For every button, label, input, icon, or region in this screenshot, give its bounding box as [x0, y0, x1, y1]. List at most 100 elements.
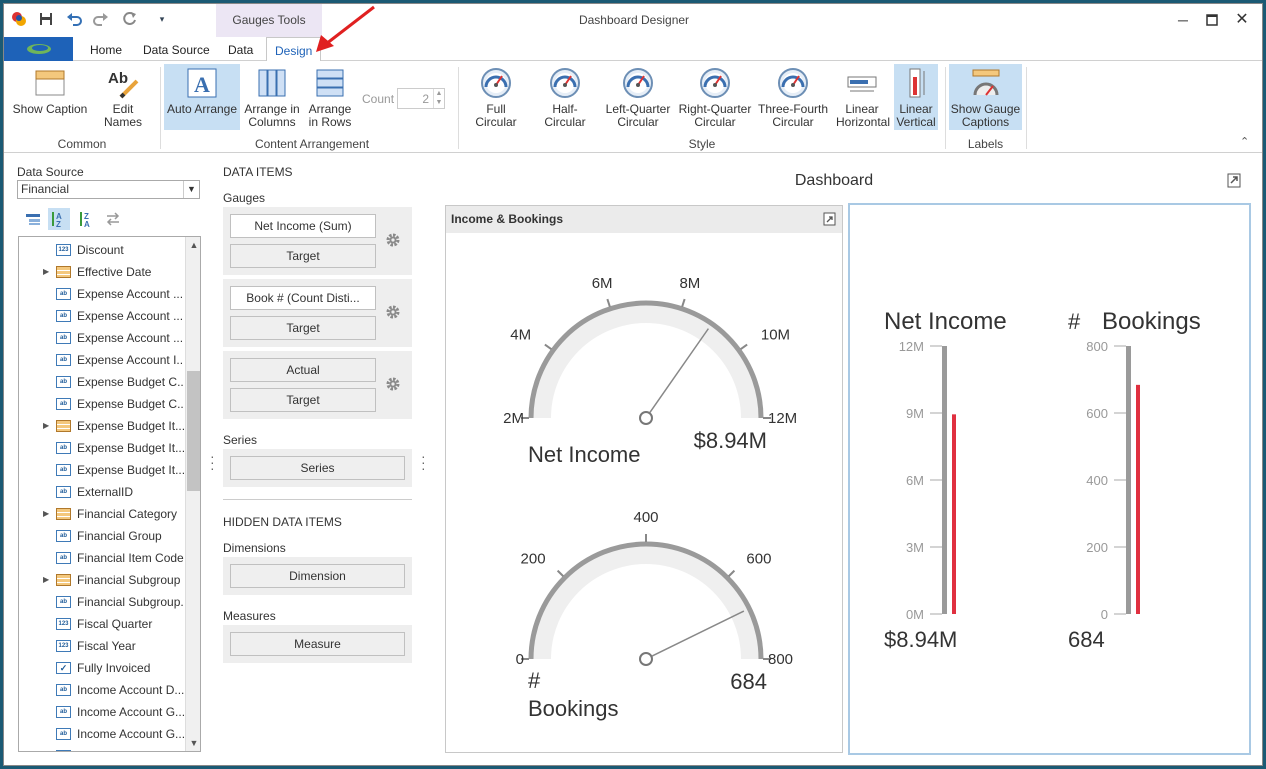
group-common-label: Common	[57, 137, 107, 151]
full-circular-button[interactable]: Full Circular	[465, 64, 527, 130]
field-list-item[interactable]: ab Expense Account ...	[19, 283, 184, 305]
gauge-actual-slot[interactable]: Book # (Count Disti...	[230, 286, 376, 310]
field-list-item[interactable]: ab Expense Budget It...	[19, 459, 184, 481]
field-list-scrollbar[interactable]: ▲ ▼	[185, 237, 200, 751]
minimize-button[interactable]: ─	[1168, 8, 1198, 32]
measure-slot[interactable]: Measure	[230, 632, 405, 656]
gauge-target-slot[interactable]: Target	[230, 244, 376, 268]
field-list-item[interactable]: ab Expense Account ...	[19, 327, 184, 349]
field-list-item[interactable]: ▶ Expense Budget It...	[19, 415, 184, 437]
gauge-target-slot[interactable]: Target	[230, 316, 376, 340]
numeric-field-icon: 123	[56, 640, 71, 652]
gauge-panel-linear[interactable]: Net Income # Bookings 0M 3M 6M 9M 12M $8.94M 0 200…	[848, 203, 1251, 755]
expand-icon[interactable]: ▶	[43, 415, 49, 437]
gauge-well: Actual Target	[223, 351, 412, 419]
close-button[interactable]: ✕	[1227, 8, 1257, 32]
sort-ascending-icon[interactable]: AZ	[48, 208, 70, 230]
linear-net-income-value: $8.94M	[884, 627, 957, 652]
show-caption-button[interactable]: Show Caption	[12, 64, 88, 130]
tab-data-source[interactable]: Data Source	[135, 37, 218, 61]
show-gauge-captions-button[interactable]: Show Gauge Captions	[949, 64, 1022, 130]
customize-icon[interactable]: ▾	[153, 10, 171, 28]
field-list-item[interactable]: ab Income Account D...	[19, 679, 184, 701]
scroll-down-icon[interactable]: ▼	[186, 735, 200, 751]
app-icon[interactable]	[10, 10, 28, 28]
chevron-down-icon[interactable]: ▼	[183, 181, 199, 198]
field-list-item[interactable]: ab Financial Item Code	[19, 547, 184, 569]
gauge-actual-slot[interactable]: Net Income (Sum)	[230, 214, 376, 238]
net-income-caption: Net Income	[528, 442, 641, 467]
series-slot[interactable]: Series	[230, 456, 405, 480]
linear-vertical-button[interactable]: Linear Vertical	[894, 64, 938, 130]
scroll-up-icon[interactable]: ▲	[186, 237, 200, 253]
refresh-fields-icon[interactable]	[102, 208, 124, 230]
gauge-target-slot[interactable]: Target	[230, 388, 376, 412]
field-list-item[interactable]: 123 Fiscal Year	[19, 635, 184, 657]
gear-icon[interactable]	[385, 376, 401, 392]
linear-net-income-tick-label: 3M	[906, 540, 924, 555]
arrange-in-columns-button[interactable]: Arrange in Columns	[244, 64, 300, 130]
dimension-slot[interactable]: Dimension	[230, 564, 405, 588]
field-list-item[interactable]: 123 Discount	[19, 239, 184, 261]
data-source-combo[interactable]: Financial ▼	[17, 180, 200, 199]
linear-horizontal-button[interactable]: Linear Horizontal	[836, 64, 890, 130]
field-list-item[interactable]: ▶ Financial Subgroup	[19, 569, 184, 591]
right-quarter-circular-button[interactable]: Right-Quarter Circular	[677, 64, 753, 130]
field-list-item[interactable]: ab Expense Budget C...	[19, 371, 184, 393]
field-list-item[interactable]: 123 Fiscal Quarter	[19, 613, 184, 635]
field-list-item[interactable]: ab Income Account G...	[19, 723, 184, 745]
count-spinner[interactable]: 2 ▲ ▼	[397, 88, 445, 109]
gear-icon[interactable]	[385, 232, 401, 248]
field-list-item[interactable]: ▶ Financial Category	[19, 503, 184, 525]
expand-icon[interactable]: ▶	[43, 503, 49, 525]
count-spin-arrows[interactable]: ▲ ▼	[433, 89, 444, 108]
field-list-item[interactable]: ab ExternalID	[19, 481, 184, 503]
field-name: Expense Account ...	[77, 331, 184, 345]
drag-handle-right-icon[interactable]: · · ·	[421, 449, 426, 475]
gear-icon[interactable]	[385, 304, 401, 320]
half-circular-gauge-icon	[549, 67, 581, 99]
scrollbar-thumb[interactable]	[187, 371, 200, 491]
refresh-icon[interactable]	[121, 10, 139, 28]
save-icon[interactable]	[37, 10, 55, 28]
svg-text:Z: Z	[56, 220, 61, 228]
half-circular-button[interactable]: Half-Circular	[532, 64, 598, 130]
export-panel-icon[interactable]	[823, 212, 837, 229]
net-income-tick-label: 8M	[679, 275, 700, 292]
drag-handle-left-icon[interactable]: · · ·	[210, 449, 215, 475]
gauge-panel-income-bookings[interactable]: Income & Bookings 2M 4M 6M 8M 10M 12M Net Inco…	[445, 205, 843, 753]
arrange-in-rows-button[interactable]: Arrange in Rows	[304, 64, 356, 130]
file-tab[interactable]	[4, 37, 73, 61]
field-list-item[interactable]: ab Financial Group	[19, 525, 184, 547]
collapse-ribbon-icon[interactable]: ⌃	[1240, 135, 1249, 148]
maximize-button[interactable]	[1197, 8, 1227, 32]
group-by-type-icon[interactable]	[22, 208, 44, 230]
field-list-item[interactable]: ab Expense Account I...	[19, 349, 184, 371]
three-fourth-circular-button[interactable]: Three-Fourth Circular	[757, 64, 829, 130]
field-name: Expense Account ...	[77, 309, 184, 323]
edit-names-button[interactable]: Ab Edit Names	[92, 64, 154, 130]
field-list-item[interactable]: ▶ Effective Date	[19, 261, 184, 283]
sort-descending-icon[interactable]: ZA	[76, 208, 98, 230]
expand-icon[interactable]: ▶	[43, 569, 49, 591]
field-list-item[interactable]: ab Financial Subgroup...	[19, 591, 184, 613]
redo-icon[interactable]	[92, 10, 110, 28]
field-list-item[interactable]: ab Income Account I...	[19, 745, 184, 751]
field-name: Income Account I...	[77, 745, 179, 751]
gauge-actual-slot[interactable]: Actual	[230, 358, 376, 382]
field-list-item[interactable]: ab Expense Account ...	[19, 305, 184, 327]
tab-home[interactable]: Home	[82, 37, 130, 61]
field-list-item[interactable]: ab Income Account G...	[19, 701, 184, 723]
expand-icon[interactable]: ▶	[43, 261, 49, 283]
svg-text:A: A	[194, 72, 210, 97]
auto-arrange-button[interactable]: A Auto Arrange	[164, 64, 240, 130]
field-list-item[interactable]: ✓ Fully Invoiced	[19, 657, 184, 679]
left-quarter-circular-button[interactable]: Left-Quarter Circular	[604, 64, 672, 130]
export-dashboard-icon[interactable]	[1226, 172, 1242, 191]
field-list-item[interactable]: ab Expense Budget C...	[19, 393, 184, 415]
net-income-tick-label: 12M	[768, 410, 797, 427]
tab-data[interactable]: Data	[220, 37, 261, 61]
field-list-item[interactable]: ab Expense Budget It...	[19, 437, 184, 459]
undo-icon[interactable]	[65, 10, 83, 28]
text-field-icon: ab	[56, 596, 71, 608]
